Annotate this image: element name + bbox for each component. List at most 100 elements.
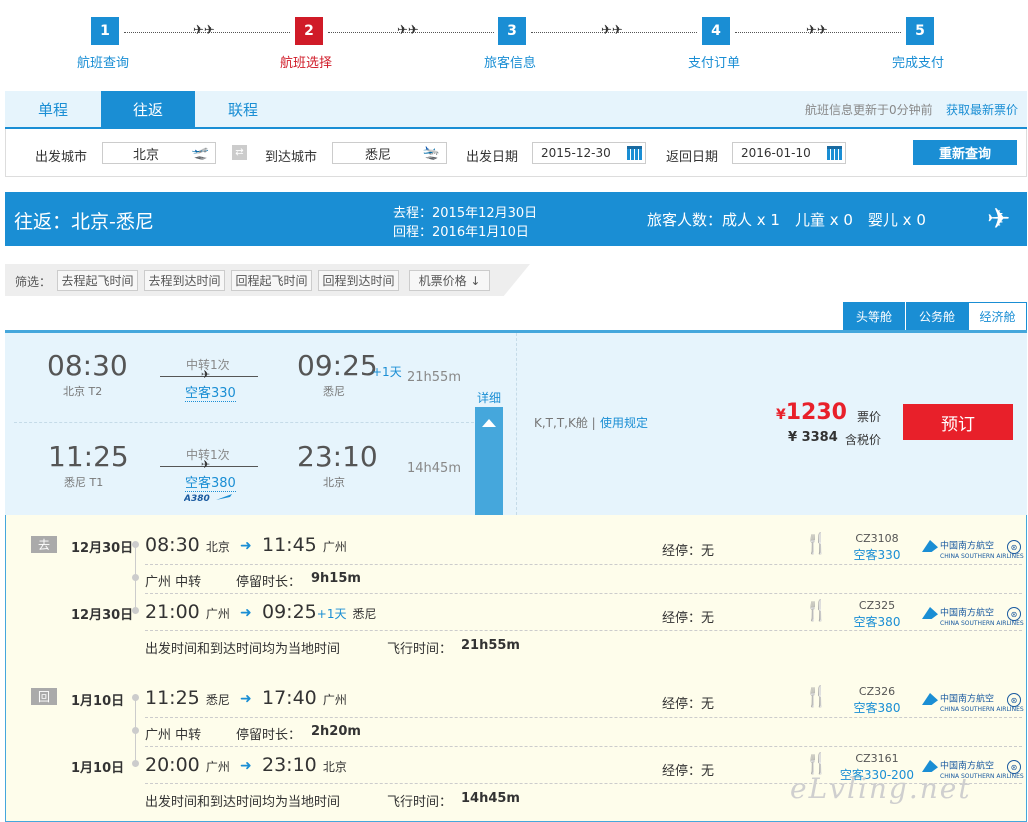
- filter-price[interactable]: 机票价格 ↓: [409, 270, 490, 291]
- tax-price-unit: 含税价: [845, 433, 882, 447]
- depart-date-label: 出发日期: [466, 150, 519, 165]
- out-depart-airport: 北京 T2: [63, 385, 103, 398]
- step-2-badge: 2: [295, 17, 323, 45]
- segment-stops: 经停：无: [662, 611, 715, 626]
- segment-depart-time: 21:00: [145, 601, 200, 623]
- swap-icon[interactable]: ⇄: [232, 145, 247, 160]
- segment-stops: 经停：无: [662, 764, 715, 779]
- segment-depart-city: 北京: [205, 540, 230, 554]
- tab-one-way[interactable]: 单程: [5, 91, 101, 127]
- airline-name: 中国南方航空: [940, 608, 995, 619]
- segment-depart-time: 20:00: [145, 754, 200, 776]
- segment-date: 1月10日: [71, 694, 125, 709]
- meal-icon: 🍴: [804, 598, 829, 622]
- refresh-fares-link[interactable]: 获取最新票价: [946, 101, 1018, 118]
- segment-date: 12月30日: [71, 541, 134, 556]
- watermark: eLvling.net: [790, 772, 972, 805]
- airline-name: 中国南方航空: [940, 761, 995, 772]
- segment-stops: 经停：无: [662, 544, 715, 559]
- step-1-badge: 1: [91, 17, 119, 45]
- flight-total-time: 21h55m: [461, 638, 520, 653]
- ret-duration: 14h45m: [407, 461, 461, 476]
- cabin-economy[interactable]: 经济舱: [968, 302, 1027, 330]
- segment-depart: 11:25 悉尼: [145, 687, 230, 709]
- tab-multi-city[interactable]: 联程: [195, 91, 291, 127]
- out-duration: 21h55m: [407, 370, 461, 385]
- segment-depart-city: 悉尼: [205, 693, 230, 707]
- step-3-label: 旅客信息: [484, 56, 537, 71]
- filter-out-depart[interactable]: 去程起飞时间: [57, 270, 138, 291]
- timeline-dot: [132, 574, 139, 581]
- trip-type-tabs: 单程 往返 联程 航班信息更新于0分钟前 获取最新票价: [5, 91, 1027, 129]
- plane-icon: ✈✈: [601, 23, 623, 38]
- svg-text:A380: A380: [184, 494, 210, 502]
- transfer-city: 广州 中转: [145, 575, 202, 590]
- return-date-label: 返回日期: [666, 150, 719, 165]
- flight-number: CZ325: [858, 599, 896, 612]
- calendar-icon[interactable]: [627, 146, 642, 160]
- to-city-input[interactable]: 悉尼 🛬: [332, 142, 447, 164]
- aircraft-type-link[interactable]: 空客380: [845, 613, 909, 630]
- flight-total-time: 14h45m: [461, 791, 520, 806]
- arrow-right-icon: ➜: [240, 538, 252, 554]
- outbound-tag: 去: [31, 536, 57, 553]
- return-date: 回程：2016年1月10日: [393, 225, 529, 240]
- update-status: 航班信息更新于0分钟前: [805, 103, 933, 117]
- filter-out-arrive[interactable]: 去程到达时间: [144, 270, 225, 291]
- flight-number: CZ326: [858, 685, 896, 698]
- alliance-icon: ⊛: [1007, 540, 1021, 554]
- arrow-right-icon: ➜: [240, 758, 252, 774]
- flight-time-label: 飞行时间：: [387, 795, 453, 810]
- divider: [516, 333, 517, 515]
- layover-duration: 2h20m: [311, 724, 361, 739]
- fare-price-unit: 票价: [857, 410, 882, 424]
- flight-time-label: 飞行时间：: [387, 642, 453, 657]
- aircraft-type-link[interactable]: 空客330: [845, 546, 909, 563]
- segment-arrive-time: 11:45: [262, 534, 317, 556]
- return-date-value: 2016-01-10: [741, 146, 811, 160]
- ret-aircraft-link[interactable]: 空客380: [185, 472, 236, 492]
- calendar-icon[interactable]: [827, 146, 842, 160]
- from-city-label: 出发城市: [35, 150, 88, 165]
- step-5-label: 完成支付: [892, 56, 945, 71]
- airline-logo-icon: [922, 693, 938, 705]
- cabin-first[interactable]: 头等舱: [843, 302, 905, 330]
- out-arrive-time: 09:25: [297, 349, 378, 382]
- segment-depart-time: 08:30: [145, 534, 200, 556]
- return-date-input[interactable]: 2016-01-10: [732, 142, 846, 164]
- plane-icon: ✈✈: [193, 23, 215, 38]
- filter-ret-arrive[interactable]: 回程到达时间: [318, 270, 399, 291]
- search-again-button[interactable]: 重新查询: [913, 140, 1017, 165]
- airline-name-en: CHINA SOUTHERN AIRLINES: [940, 553, 1024, 560]
- layover-duration: 9h15m: [311, 571, 361, 586]
- filter-ret-depart[interactable]: 回程起飞时间: [231, 270, 312, 291]
- passenger-count: 旅客人数：成人 x 1 儿童 x 0 婴儿 x 0: [647, 211, 926, 229]
- plane-icon: ✈✈: [806, 23, 828, 38]
- segment-arrive-city: 广州: [322, 693, 347, 707]
- cabin-business[interactable]: 公务舱: [906, 302, 968, 330]
- segment-arrive: 09:25+1天 悉尼: [262, 601, 377, 623]
- out-arrive-airport: 悉尼: [323, 385, 345, 398]
- detail-toggle[interactable]: 详细: [473, 389, 505, 515]
- transfer-city: 广州 中转: [145, 728, 202, 743]
- from-city-input[interactable]: 北京 🛫: [102, 142, 216, 164]
- segment-arrive-time: 23:10: [262, 754, 317, 776]
- airline-logo-icon: [922, 607, 938, 619]
- ret-arrive-time: 23:10: [297, 440, 378, 473]
- flight-number: CZ3108: [855, 532, 899, 545]
- meal-icon: 🍴: [804, 684, 829, 708]
- fare-rules-link[interactable]: 使用规定: [600, 414, 648, 431]
- from-city-value: 北京: [133, 147, 160, 163]
- step-5-badge: 5: [906, 17, 934, 45]
- out-aircraft-link[interactable]: 空客330: [185, 382, 236, 402]
- depart-date-input[interactable]: 2015-12-30: [532, 142, 646, 164]
- airline-logo-icon: [922, 540, 938, 552]
- aircraft-type-link[interactable]: 空客380: [845, 699, 909, 716]
- arrival-icon: 🛬: [422, 145, 440, 161]
- divider: [145, 564, 1022, 565]
- fare-class: K,T,T,K舱 |: [534, 416, 596, 430]
- step-4-badge: 4: [702, 17, 730, 45]
- book-button[interactable]: 预订: [903, 404, 1013, 440]
- airline-name: 中国南方航空: [940, 694, 995, 705]
- tab-round-trip[interactable]: 往返: [101, 91, 195, 127]
